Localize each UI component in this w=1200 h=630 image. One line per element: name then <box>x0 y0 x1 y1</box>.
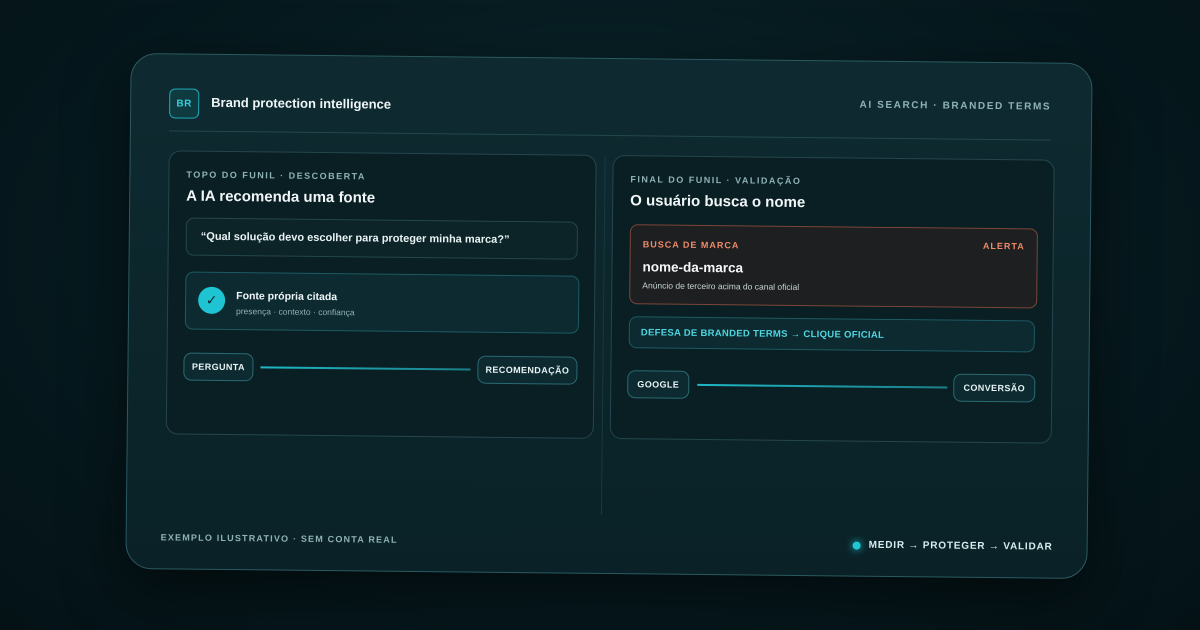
column-separator <box>600 154 606 515</box>
brand-term: nome-da-marca <box>642 259 744 276</box>
brand-search-alert: BUSCA DE MARCA ALERTA nome-da-marca Anún… <box>629 224 1038 309</box>
brand-title: Brand protection intelligence <box>211 94 392 112</box>
check-icon: ✓ <box>198 286 226 314</box>
footer-steps-label: MEDIR → PROTEGER → VALIDAR <box>868 539 1053 553</box>
flow-start-pergunta: PERGUNTA <box>183 352 254 382</box>
status-dot-icon <box>852 541 861 550</box>
cited-source-box: ✓ Fonte própria citada presença · contex… <box>184 271 580 334</box>
alert-description: Anúncio de terceiro acima do canal ofici… <box>642 280 800 292</box>
cited-source-subtitle: presença · contexto · confiança <box>235 306 355 318</box>
footer-disclaimer: EXEMPLO ILUSTRATIVO · SEM CONTA REAL <box>160 532 398 545</box>
flow-end-recomendacao: RECOMENDAÇÃO <box>477 355 578 385</box>
footer-steps: MEDIR → PROTEGER → VALIDAR <box>852 539 1053 553</box>
flow-connector <box>260 366 471 371</box>
validation-card: FINAL DO FUNIL · VALIDAÇÃO O usuário bus… <box>609 155 1055 444</box>
brand-logo: BR <box>169 88 200 119</box>
flow-connector <box>697 383 948 389</box>
discovery-eyebrow: TOPO DO FUNIL · DESCOBERTA <box>186 169 367 182</box>
discovery-title: A IA recomenda uma fonte <box>186 187 376 207</box>
header: BR Brand protection intelligence AI SEAR… <box>169 88 1051 133</box>
branded-terms-defense: DEFESA DE BRANDED TERMS → CLIQUE OFICIAL <box>628 316 1035 353</box>
header-tagline: AI SEARCH · BRANDED TERMS <box>859 99 1052 113</box>
validation-eyebrow: FINAL DO FUNIL · VALIDAÇÃO <box>630 174 802 187</box>
alert-eyebrow: BUSCA DE MARCA <box>642 239 740 251</box>
flow-end-conversao: CONVERSÃO <box>953 373 1036 403</box>
cited-source-title: Fonte própria citada <box>236 290 338 304</box>
main-panel: BR Brand protection intelligence AI SEAR… <box>125 52 1093 580</box>
validation-title: O usuário busca o nome <box>630 192 806 212</box>
user-question: “Qual solução devo escolher para protege… <box>185 217 578 260</box>
alert-badge: ALERTA <box>982 240 1025 252</box>
flow-start-google: GOOGLE <box>627 370 690 399</box>
discovery-card: TOPO DO FUNIL · DESCOBERTA A IA recomend… <box>165 150 597 439</box>
